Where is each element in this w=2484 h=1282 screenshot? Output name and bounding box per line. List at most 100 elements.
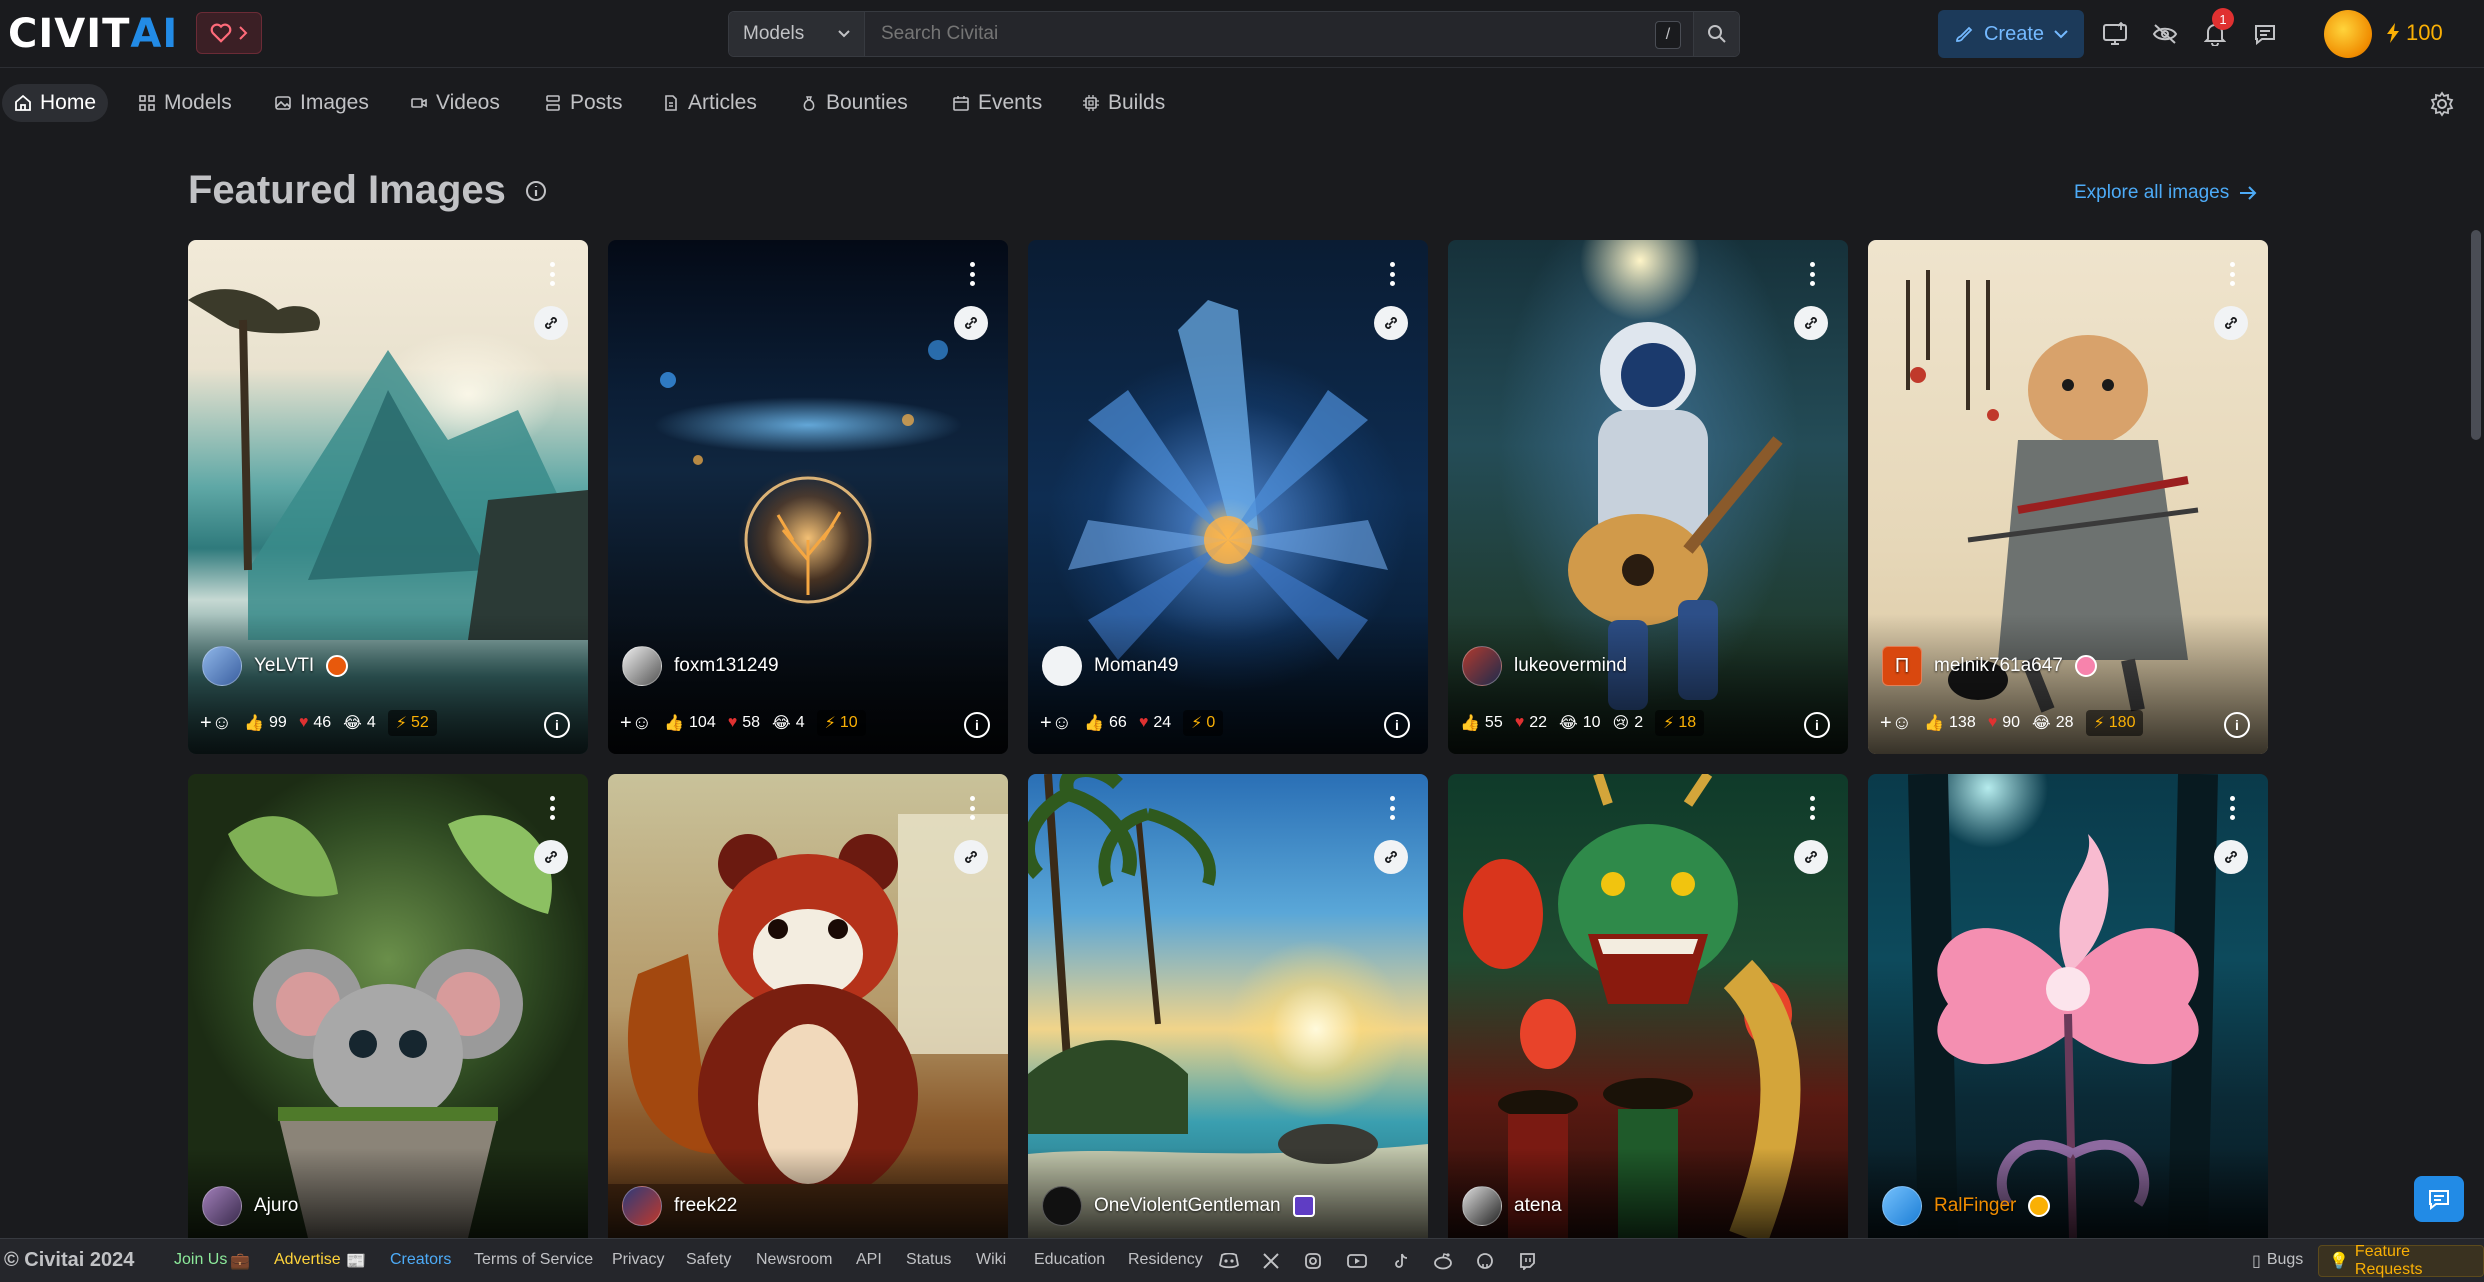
page-scrollbar[interactable] <box>2468 130 2484 1234</box>
nav-images[interactable]: Images <box>262 84 381 122</box>
footer-link-advertise[interactable]: Advertise <box>274 1251 341 1269</box>
discord-icon[interactable] <box>1218 1250 1240 1272</box>
hide-content-button[interactable] <box>2148 18 2182 50</box>
search-button[interactable] <box>1693 12 1739 56</box>
card-info-button[interactable]: i <box>1804 712 1830 738</box>
footer-link-newsroom[interactable]: Newsroom <box>756 1251 832 1269</box>
card-menu-button[interactable] <box>2222 258 2242 290</box>
feature-requests-button[interactable]: 💡 Feature Requests <box>2318 1243 2484 1278</box>
nav-home[interactable]: Home <box>2 84 109 122</box>
card-user[interactable]: OneViolentGentleman <box>1042 1186 1315 1226</box>
buzz-tip-button[interactable]: ⚡ 10 <box>816 710 866 736</box>
tiktok-icon[interactable] <box>1390 1250 1412 1272</box>
image-card[interactable]: RalFinger <box>1868 774 2268 1238</box>
card-info-button[interactable]: i <box>544 712 570 738</box>
card-link-button[interactable] <box>1374 306 1408 340</box>
chat-button[interactable] <box>2248 18 2282 50</box>
footer-link-terms[interactable]: Terms of Service <box>474 1251 593 1269</box>
image-card[interactable]: lukeovermind 👍 55 ♥ 22 😂 10 😢 2 ⚡ 18 i <box>1448 240 1848 754</box>
twitch-icon[interactable] <box>1516 1250 1538 1272</box>
image-card[interactable]: freek22 <box>608 774 1008 1238</box>
card-menu-button[interactable] <box>542 258 562 290</box>
card-menu-button[interactable] <box>542 792 562 824</box>
add-reaction-button[interactable]: +☺ <box>620 712 652 735</box>
add-reaction-button[interactable]: +☺ <box>200 712 232 735</box>
card-user[interactable]: lukeovermind <box>1462 646 1627 686</box>
image-card[interactable]: Ajuro <box>188 774 588 1238</box>
like-reaction[interactable]: 👍 55 <box>1460 713 1503 733</box>
nav-videos[interactable]: Videos <box>398 84 512 122</box>
user-avatar[interactable] <box>2324 10 2372 58</box>
heart-reaction[interactable]: ♥ 90 <box>1988 714 2020 732</box>
card-info-button[interactable]: i <box>2224 712 2250 738</box>
nav-events[interactable]: Events <box>940 84 1054 122</box>
card-link-button[interactable] <box>2214 840 2248 874</box>
search-category-select[interactable]: Models <box>729 12 865 56</box>
card-menu-button[interactable] <box>1802 258 1822 290</box>
card-menu-button[interactable] <box>962 792 982 824</box>
image-card[interactable]: OneViolentGentleman <box>1028 774 1428 1238</box>
laugh-reaction[interactable]: 😂 10 <box>1559 713 1601 733</box>
settings-button[interactable] <box>2424 86 2460 122</box>
card-user[interactable]: freek22 <box>622 1186 737 1226</box>
card-menu-button[interactable] <box>2222 792 2242 824</box>
footer-link-education[interactable]: Education <box>1034 1251 1105 1269</box>
scrollbar-thumb[interactable] <box>2471 230 2481 440</box>
chat-fab-button[interactable] <box>2414 1176 2464 1222</box>
buzz-balance[interactable]: 100 <box>2386 20 2443 46</box>
cry-reaction[interactable]: 😢 2 <box>1613 713 1644 733</box>
card-user[interactable]: RalFinger <box>1882 1186 2051 1226</box>
footer-link-join[interactable]: Join Us <box>174 1251 227 1269</box>
card-link-button[interactable] <box>954 306 988 340</box>
footer-link-status[interactable]: Status <box>906 1251 951 1269</box>
search-input[interactable] <box>865 12 1693 56</box>
explore-all-images-link[interactable]: Explore all images <box>2074 182 2257 204</box>
card-link-button[interactable] <box>1794 306 1828 340</box>
card-info-button[interactable]: i <box>1384 712 1410 738</box>
buzz-tip-button[interactable]: ⚡ 18 <box>1655 710 1705 736</box>
buzz-tip-button[interactable]: ⚡ 0 <box>1183 710 1224 736</box>
laugh-reaction[interactable]: 😂 28 <box>2032 713 2074 733</box>
x-twitter-icon[interactable] <box>1260 1250 1282 1272</box>
image-card[interactable]: Moman49 +☺ 👍 66 ♥ 24 ⚡ 0 i <box>1028 240 1428 754</box>
image-card[interactable]: YeLVTI +☺ 👍 99 ♥ 46 😂 4 ⚡ 52 i <box>188 240 588 754</box>
like-reaction[interactable]: 👍 66 <box>1084 713 1127 733</box>
card-user[interactable]: foxm131249 <box>622 646 779 686</box>
heart-reaction[interactable]: ♥ 22 <box>1515 714 1547 732</box>
card-menu-button[interactable] <box>1382 792 1402 824</box>
add-reaction-button[interactable]: +☺ <box>1880 712 1912 735</box>
card-link-button[interactable] <box>2214 306 2248 340</box>
footer-link-privacy[interactable]: Privacy <box>612 1251 664 1269</box>
card-user[interactable]: atena <box>1462 1186 1562 1226</box>
card-link-button[interactable] <box>534 840 568 874</box>
card-info-button[interactable]: i <box>964 712 990 738</box>
card-user[interactable]: Moman49 <box>1042 646 1179 686</box>
nav-models[interactable]: Models <box>126 84 244 122</box>
heart-reaction[interactable]: ♥ 58 <box>728 714 760 732</box>
nav-bounties[interactable]: Bounties <box>788 84 920 122</box>
support-heart-button[interactable] <box>196 12 262 54</box>
add-reaction-button[interactable]: +☺ <box>1040 712 1072 735</box>
image-card[interactable]: П melnik761a647 +☺ 👍 138 ♥ 90 😂 28 ⚡ 180 i <box>1868 240 2268 754</box>
upload-screen-button[interactable] <box>2098 18 2132 50</box>
card-menu-button[interactable] <box>962 258 982 290</box>
reddit-icon[interactable] <box>1432 1250 1454 1272</box>
like-reaction[interactable]: 👍 104 <box>664 713 716 733</box>
footer-link-creators[interactable]: Creators <box>390 1251 451 1269</box>
like-reaction[interactable]: 👍 99 <box>244 713 287 733</box>
laugh-reaction[interactable]: 😂 4 <box>343 713 376 733</box>
buzz-tip-button[interactable]: ⚡ 180 <box>2085 710 2144 736</box>
info-icon[interactable] <box>524 179 548 203</box>
card-user[interactable]: П melnik761a647 <box>1882 646 2097 686</box>
youtube-icon[interactable] <box>1346 1250 1368 1272</box>
card-menu-button[interactable] <box>1382 258 1402 290</box>
footer-bugs-link[interactable]: ▯ Bugs <box>2252 1251 2303 1271</box>
image-card[interactable]: foxm131249 +☺ 👍 104 ♥ 58 😂 4 ⚡ 10 i <box>608 240 1008 754</box>
image-card[interactable]: atena <box>1448 774 1848 1238</box>
heart-reaction[interactable]: ♥ 46 <box>299 714 331 732</box>
card-link-button[interactable] <box>1374 840 1408 874</box>
card-link-button[interactable] <box>534 306 568 340</box>
footer-link-residency[interactable]: Residency <box>1128 1251 1203 1269</box>
card-user[interactable]: YeLVTI <box>202 646 349 686</box>
card-link-button[interactable] <box>954 840 988 874</box>
